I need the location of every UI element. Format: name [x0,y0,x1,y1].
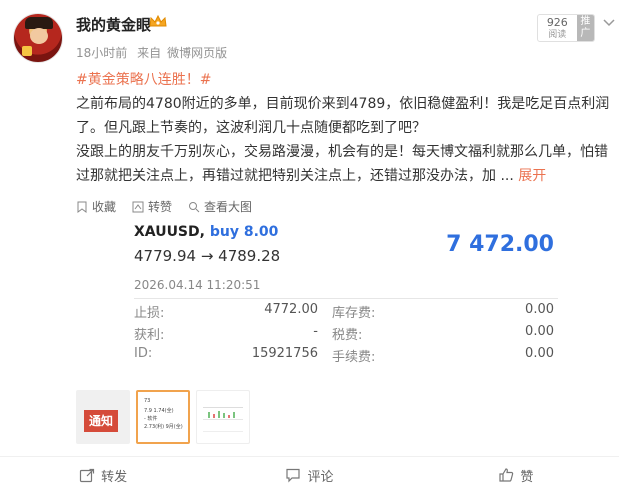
row-key-1: 获利: [134,328,165,343]
row-value-2: 0.00 [525,324,554,339]
expand-link[interactable]: 展开 [518,168,546,184]
username[interactable]: 我的黄金眼 [76,14,151,35]
read-count-badge: 926 阅读 推广 [537,14,595,42]
trade-datetime: 2026.04.14 11:20:51 [134,278,261,292]
trade-row: 获利: - 税费: 0.00 [134,324,558,344]
magnify-icon [189,201,200,212]
post-header: 我的黄金眼 18小时前 来自 微博网页版 926 阅读 推广 [0,0,619,68]
view-large-label: 查看大图 [204,200,253,214]
avatar-face [30,28,48,44]
price-current: 4789.28 [218,247,281,265]
thumbnail-3-chart [208,411,235,418]
row-value-2: 0.00 [525,346,554,361]
share-icon [80,468,95,483]
thumbnail-3-gridline [203,419,243,420]
thumbnail-2-selected[interactable]: 73 7.9 1.74(全) - 软件 2.73(利) 9月(全) [136,390,190,444]
read-count-label: 阅读 [548,30,567,40]
comment-button[interactable]: 评论 [206,457,412,493]
trade-symbol-line: XAUUSD, buy 8.00 [134,224,278,240]
favorite-action[interactable]: 收藏 [76,198,116,215]
row-key-2: 手续费: [332,350,376,365]
promo-button[interactable]: 推广 [576,15,594,41]
comment-label: 评论 [307,469,334,485]
share-label: 转发 [101,469,128,485]
post-hashtag-line: #黄金策略八连胜！# [76,68,616,92]
trade-row: ID: 15921756 手续费: 0.00 [134,346,558,366]
thumbnail-1[interactable]: 通知 [76,390,130,444]
thumbnail-2-line: 2.73(利) 9月(全) [144,424,183,430]
thumbnail-2-line: 7.9 1.74(全) [144,408,174,414]
thumbs-up-icon [499,468,514,482]
post-meta: 18小时前 来自 微博网页版 [76,44,233,61]
post-content: #黄金策略八连胜！# 之前布局的4780附近的多单，目前现价来到4789，依旧稳… [76,68,616,188]
row-value-1: 15921756 [251,346,318,361]
trade-prices: 4779.94 → 4789.28 [134,247,280,265]
thumbnail-3-gridline [203,431,243,432]
chevron-down-icon[interactable] [603,18,615,28]
source-prefix: 来自 [137,46,162,60]
trade-divider [134,298,558,299]
row-key-1: ID: [134,346,153,361]
post-paragraph-1: 之前布局的4780附近的多单，目前现价来到4789，依旧稳健盈利！我是吃足百点利… [76,96,610,136]
image-thumbnails: 通知 73 7.9 1.74(全) - 软件 2.73(利) 9月(全) [76,390,250,444]
trade-card[interactable]: XAUUSD, buy 8.00 4779.94 → 4789.28 7 472… [130,220,560,372]
row-key-2: 库存费: [332,306,376,321]
thumbnail-notice-text: 通知 [84,410,118,432]
price-open: 4779.94 [134,247,197,265]
trade-row: 止损: 4772.00 库存费: 0.00 [134,302,558,322]
price-arrow: → [200,247,214,265]
favorite-label: 收藏 [92,200,117,214]
comment-icon [286,468,301,483]
like-button[interactable]: 赞 [413,457,619,493]
row-key-1: 止损: [134,306,165,321]
row-key-2: 税费: [332,328,363,343]
repost-icon [132,201,144,212]
repost-inline-label: 转赞 [148,200,173,214]
thumbnail-3-gridline [203,407,243,408]
avatar[interactable] [13,13,63,63]
avatar-robe-mark [22,46,32,56]
trade-profit: 7 472.00 [446,232,554,257]
row-value-1: 4772.00 [264,302,318,317]
view-large-action[interactable]: 查看大图 [188,198,252,215]
crown-icon [149,14,167,27]
repost-inline-action[interactable]: 转赞 [132,198,172,215]
share-button[interactable]: 转发 [0,457,206,493]
thumbnail-2-line: - 软件 [144,416,158,422]
row-value-2: 0.00 [525,302,554,317]
post-time[interactable]: 18小时前 [76,46,127,60]
thumbnail-3[interactable] [196,390,250,444]
like-label: 赞 [520,469,534,485]
read-count-value: 926 [546,16,568,29]
thumbnail-2-line: 73 [144,398,151,404]
post-footer: 转发 评论 赞 [0,456,619,493]
post-source[interactable]: 微博网页版 [167,46,227,60]
read-count: 926 阅读 [538,15,577,41]
row-value-1: - [313,324,318,339]
trade-side: buy 8.00 [209,224,279,240]
hashtag-link[interactable]: #黄金策略八连胜！# [76,72,211,88]
post-paragraph-2: 没跟上的朋友千万别灰心，交易路漫漫，机会有的是！每天博文福利就那么几单，怕错过那… [76,140,616,188]
trade-symbol: XAUUSD, [134,224,205,240]
image-actions-bar: 收藏 转赞 查看大图 [76,198,252,215]
favorite-icon [77,201,87,213]
